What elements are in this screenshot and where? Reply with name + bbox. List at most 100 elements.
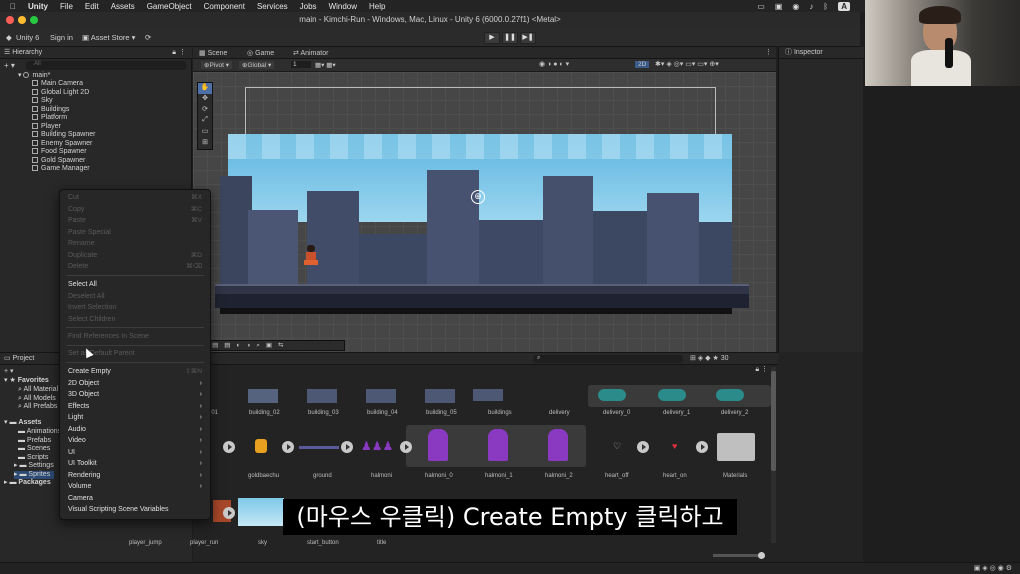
hierarchy-search-input[interactable]: All bbox=[26, 61, 186, 70]
asset-thumb[interactable] bbox=[425, 389, 455, 403]
inspector-tab[interactable]: ⓘ Inspector bbox=[779, 47, 864, 59]
menu-item-paste-special[interactable]: Paste Special bbox=[68, 227, 204, 238]
hierarchy-item[interactable]: Global Light 2D bbox=[32, 88, 89, 98]
assets-folder[interactable]: ▾ ▬ Assets bbox=[4, 419, 41, 428]
asset-thumb[interactable] bbox=[473, 389, 503, 401]
halmoni-thumb[interactable]: ♟♟♟ bbox=[361, 439, 401, 455]
menu-item-video[interactable]: Video › bbox=[68, 435, 204, 446]
menu-item-visual-scripting[interactable]: Visual Scripting Scene Variables bbox=[68, 504, 204, 515]
overlay-icons[interactable]: ✱▾ ◈ ◎▾ ▭▾ ▭▾ ⊕▾ bbox=[655, 60, 719, 68]
rotate-tool-icon[interactable]: ⟳ bbox=[198, 105, 212, 116]
menu-item-duplicate[interactable]: Duplicate ⌘D bbox=[68, 250, 204, 261]
toggle-2d-button[interactable]: 2D bbox=[635, 61, 650, 68]
menu-item-find-references[interactable]: Find References In Scene bbox=[68, 331, 204, 342]
volume-icon[interactable]: ♪ bbox=[809, 2, 813, 11]
packages-folder[interactable]: ▸ ▬ Packages bbox=[4, 479, 51, 488]
step-button[interactable]: ▶❚ bbox=[520, 32, 536, 44]
halmoni-asset-group[interactable] bbox=[400, 425, 586, 467]
menu-item-create-empty[interactable]: Create Empty ⇧⌘N bbox=[68, 366, 204, 377]
menu-item-camera[interactable]: Camera bbox=[68, 493, 204, 504]
play-button[interactable]: ▶ bbox=[484, 32, 500, 44]
menu-gameobject[interactable]: GameObject bbox=[147, 2, 192, 11]
transform-tool-icon[interactable]: ⊞ bbox=[198, 138, 212, 149]
sign-in-button[interactable]: Sign in bbox=[50, 33, 73, 42]
hierarchy-tab[interactable]: ☰ Hierarchy 🔒︎ ⋮ bbox=[0, 47, 192, 59]
grid-size-input[interactable]: 1 bbox=[291, 61, 311, 68]
more-icon[interactable]: ⋮ bbox=[179, 47, 186, 59]
menu-item-rename[interactable]: Rename bbox=[68, 238, 204, 249]
menu-item-2d-object[interactable]: 2D Object › bbox=[68, 378, 204, 389]
wifi-icon[interactable]: ◉ bbox=[792, 2, 799, 11]
menu-item-ui-toolkit[interactable]: UI Toolkit › bbox=[68, 458, 204, 469]
menu-help[interactable]: Help bbox=[369, 2, 385, 11]
tab-scene[interactable]: ▦ Scene bbox=[199, 49, 227, 57]
hierarchy-item[interactable]: Food Spawner bbox=[32, 148, 87, 157]
pause-button[interactable]: ❚❚ bbox=[502, 32, 518, 44]
asset-thumb[interactable] bbox=[366, 389, 396, 403]
menu-component[interactable]: Component bbox=[204, 2, 245, 11]
menu-edit[interactable]: Edit bbox=[85, 2, 99, 11]
project-folder[interactable]: ▬ Scripts bbox=[18, 454, 48, 463]
goldbaechu-thumb[interactable] bbox=[255, 439, 267, 453]
menu-item-copy[interactable]: Copy ⌘C bbox=[68, 204, 204, 215]
expand-asset-icon[interactable] bbox=[282, 441, 294, 453]
account-label[interactable]: Unity 6 bbox=[16, 33, 39, 42]
ground-thumb[interactable] bbox=[299, 446, 339, 449]
favorite-item[interactable]: ⌕ All Prefabs bbox=[18, 403, 57, 412]
hierarchy-item[interactable]: Enemy Spawner bbox=[32, 139, 92, 149]
menu-item-ui[interactable]: UI › bbox=[68, 447, 204, 458]
project-folder[interactable]: ▬ Scenes bbox=[18, 445, 50, 454]
menu-item-effects[interactable]: Effects › bbox=[68, 401, 204, 412]
app-menu[interactable]: Unity bbox=[28, 2, 48, 11]
apple-icon[interactable]:  bbox=[10, 2, 16, 11]
project-folder[interactable]: ▬ Animations bbox=[18, 428, 61, 437]
filter-icons[interactable]: ⊞ ◈ ◆ ★ 30 bbox=[690, 354, 728, 362]
move-tool-icon[interactable]: ✥ bbox=[198, 94, 212, 105]
display-icon[interactable]: ▣ bbox=[775, 2, 783, 11]
tab-animator[interactable]: ⇄ Animator bbox=[293, 49, 328, 57]
asset-thumb[interactable] bbox=[307, 389, 337, 403]
lock-icon[interactable]: 🔒︎ bbox=[172, 47, 176, 59]
menu-item-delete[interactable]: Delete ⌘⌫ bbox=[68, 261, 204, 272]
expand-asset-icon[interactable] bbox=[696, 441, 708, 453]
global-light-icon[interactable]: ⊕ bbox=[471, 190, 485, 204]
global-dropdown[interactable]: ⊕Global ▾ bbox=[239, 61, 275, 69]
bluetooth-icon[interactable]: ᛒ bbox=[823, 2, 828, 11]
cloud-icon[interactable]: ⟳ bbox=[145, 33, 151, 42]
menu-item-3d-object[interactable]: 3D Object › bbox=[68, 389, 204, 400]
more-icon[interactable]: ⋮ bbox=[765, 48, 772, 56]
heart-on-thumb[interactable]: ♥ bbox=[672, 441, 677, 451]
project-folder[interactable]: ▬ Prefabs bbox=[18, 437, 51, 446]
expand-asset-icon[interactable] bbox=[637, 441, 649, 453]
asset-thumb[interactable] bbox=[248, 389, 278, 403]
favorites-folder[interactable]: ▾ ★ Favorites bbox=[4, 377, 49, 386]
menu-jobs[interactable]: Jobs bbox=[300, 2, 317, 11]
expand-asset-icon[interactable] bbox=[223, 441, 235, 453]
sky-thumb[interactable] bbox=[238, 498, 284, 526]
collapse-asset-icon[interactable] bbox=[400, 441, 412, 453]
input-source-badge[interactable]: A bbox=[838, 1, 850, 11]
add-icon[interactable]: + ▾ bbox=[4, 61, 15, 70]
menu-window[interactable]: Window bbox=[329, 2, 357, 11]
hierarchy-item[interactable]: Building Spawner bbox=[32, 131, 95, 140]
menu-item-rendering[interactable]: Rendering › bbox=[68, 470, 204, 481]
materials-folder-icon[interactable] bbox=[717, 433, 755, 461]
menu-item-paste[interactable]: Paste ⌘V bbox=[68, 215, 204, 226]
scene-viewport[interactable]: ⊕ ✋ ✥ ⟳ ⤢ ▭ ⊞ ▤▤▤◐◑⌕▣⇆ bbox=[193, 72, 776, 352]
hierarchy-item[interactable]: Player bbox=[32, 122, 61, 132]
menu-item-light[interactable]: Light › bbox=[68, 412, 204, 423]
pivot-dropdown[interactable]: ⊕Pivot ▾ bbox=[201, 61, 232, 69]
menu-item-cut[interactable]: Cut ⌘X bbox=[68, 192, 204, 203]
scale-tool-icon[interactable]: ⤢ bbox=[198, 116, 212, 127]
favorite-item[interactable]: ⌕ All Models bbox=[18, 395, 56, 404]
lock-icon[interactable]: 🔒︎ ⋮ bbox=[755, 365, 768, 374]
project-folder[interactable]: ▸ ▬ Settings bbox=[14, 462, 54, 471]
hierarchy-item[interactable]: Gold Spawner bbox=[32, 156, 85, 166]
menu-item-select-children[interactable]: Select Children bbox=[68, 314, 204, 325]
delivery-asset-group[interactable] bbox=[588, 385, 771, 407]
tab-game[interactable]: ◎ Game bbox=[247, 49, 274, 57]
hierarchy-item[interactable]: Sky bbox=[32, 97, 53, 106]
expand-asset-icon[interactable] bbox=[341, 441, 353, 453]
project-folder-selected[interactable]: ▸ ▬ Sprites bbox=[14, 470, 54, 479]
screen-icon[interactable]: ▭ bbox=[757, 2, 765, 11]
